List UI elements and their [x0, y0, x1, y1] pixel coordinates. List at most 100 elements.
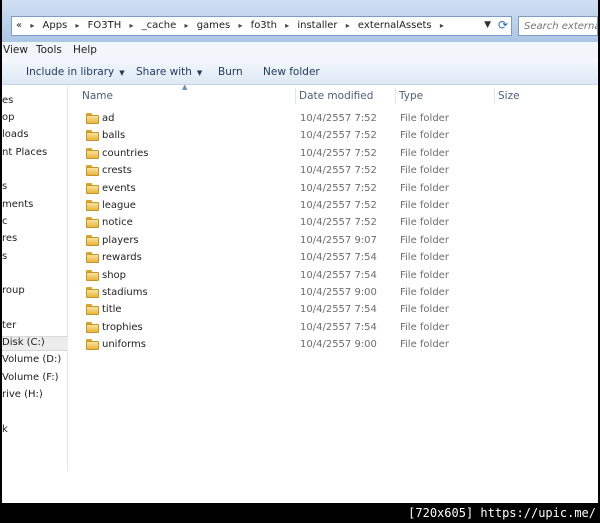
menu-tools[interactable]: Tools — [36, 44, 62, 56]
nav-item-desktop-partial[interactable]: op — [2, 112, 68, 127]
folder-icon — [86, 130, 99, 141]
sort-ascending-icon: ▲ — [182, 83, 188, 91]
chevron-right-icon[interactable]: ▸ — [129, 21, 133, 30]
menu-view[interactable]: View — [3, 44, 28, 56]
share-with-label: Share with — [136, 66, 192, 78]
folder-icon — [86, 270, 99, 281]
table-row[interactable]: rewards 10/4/2557 7:54 File folder — [78, 250, 458, 267]
nav-item-local-disk-c[interactable]: Disk (C:) — [2, 336, 68, 351]
nav-item-drive-h[interactable]: rive (H:) — [2, 389, 68, 404]
folder-icon — [86, 217, 99, 228]
nav-item-volume-d[interactable]: Volume (D:) — [2, 354, 68, 369]
share-with-button[interactable]: Share with ▼ — [136, 66, 202, 78]
table-row[interactable]: crests 10/4/2557 7:52 File folder — [78, 163, 458, 180]
column-header-size[interactable]: Size — [498, 90, 520, 102]
chevron-down-icon: ▼ — [119, 69, 125, 77]
folder-icon — [86, 148, 99, 159]
file-date-modified: 10/4/2557 7:52 — [300, 148, 377, 159]
file-date-modified: 10/4/2557 7:52 — [300, 200, 377, 211]
column-header-date-modified[interactable]: Date modified — [299, 90, 373, 102]
file-date-modified: 10/4/2557 7:52 — [300, 113, 377, 124]
file-name: crests — [102, 165, 132, 176]
table-row[interactable]: shop 10/4/2557 7:54 File folder — [78, 268, 458, 285]
nav-item-computer-partial[interactable]: ter — [2, 320, 68, 335]
table-row[interactable]: balls 10/4/2557 7:52 File folder — [78, 128, 458, 145]
nav-item-libraries-partial[interactable]: es — [2, 95, 68, 110]
nav-item-volume-f[interactable]: Volume (F:) — [2, 372, 68, 387]
file-name: shop — [102, 270, 127, 281]
include-in-library-label: Include in library — [26, 66, 115, 78]
file-date-modified: 10/4/2557 9:00 — [300, 339, 377, 350]
nav-item-recent-places-partial[interactable]: nt Places — [2, 147, 68, 162]
folder-icon — [86, 322, 99, 333]
nav-item-documents-partial[interactable]: ments — [2, 199, 68, 214]
file-name: rewards — [102, 252, 142, 263]
file-type: File folder — [400, 235, 449, 246]
nav-item-network-partial[interactable]: k — [2, 424, 68, 439]
nav-item-downloads-partial[interactable]: loads — [2, 129, 68, 144]
menu-help[interactable]: Help — [73, 44, 97, 56]
include-in-library-button[interactable]: Include in library ▼ — [26, 66, 125, 78]
file-date-modified: 10/4/2557 7:52 — [300, 217, 377, 228]
search-input[interactable] — [519, 17, 597, 35]
burn-button[interactable]: Burn — [218, 66, 243, 78]
column-divider[interactable] — [295, 88, 296, 104]
chevron-right-icon[interactable]: ▸ — [75, 21, 79, 30]
column-header-type[interactable]: Type — [399, 90, 423, 102]
table-row[interactable]: uniforms 10/4/2557 9:00 File folder — [78, 337, 458, 354]
breadcrumb-fo3th[interactable]: fo3th — [251, 20, 277, 31]
table-row[interactable]: stadiums 10/4/2557 9:00 File folder — [78, 285, 458, 302]
file-name: league — [102, 200, 136, 211]
file-type: File folder — [400, 183, 449, 194]
column-divider[interactable] — [395, 88, 396, 104]
table-row[interactable]: trophies 10/4/2557 7:54 File folder — [78, 320, 458, 337]
file-name: countries — [102, 148, 149, 159]
file-name: uniforms — [102, 339, 146, 350]
breadcrumb-apps[interactable]: Apps — [43, 20, 68, 31]
chevron-right-icon[interactable]: ▸ — [285, 21, 289, 30]
chevron-right-icon[interactable]: ▸ — [184, 21, 188, 30]
nav-item-blank — [2, 303, 68, 318]
breadcrumb-cache[interactable]: _cache — [142, 20, 177, 31]
file-name: balls — [102, 130, 126, 141]
chevron-right-icon[interactable]: ▸ — [238, 21, 242, 30]
breadcrumb-fo3th-root[interactable]: FO3TH — [88, 20, 122, 31]
folder-icon — [86, 183, 99, 194]
address-bar[interactable]: « ▸ Apps ▸ FO3TH ▸ _cache ▸ games ▸ fo3t… — [11, 16, 512, 36]
folder-icon — [86, 339, 99, 350]
file-type: File folder — [400, 130, 449, 141]
table-row[interactable]: countries 10/4/2557 7:52 File folder — [78, 146, 458, 163]
table-row[interactable]: notice 10/4/2557 7:52 File folder — [78, 215, 458, 232]
column-header-name[interactable]: Name — [82, 90, 113, 102]
address-history-dropdown-icon[interactable]: ▼ — [484, 20, 491, 30]
chevron-right-icon[interactable]: ▸ — [440, 21, 444, 30]
nav-item-music-partial[interactable]: c — [2, 216, 68, 231]
breadcrumb-overflow[interactable]: « — [16, 20, 22, 31]
breadcrumb-installer[interactable]: installer — [297, 20, 337, 31]
file-type: File folder — [400, 148, 449, 159]
nav-item-homegroup-partial[interactable]: roup — [2, 285, 68, 300]
folder-icon — [86, 113, 99, 124]
chevron-right-icon[interactable]: ▸ — [30, 21, 34, 30]
table-row[interactable]: players 10/4/2557 9:07 File folder — [78, 233, 458, 250]
folder-icon — [86, 304, 99, 315]
table-row[interactable]: ad 10/4/2557 7:52 File folder — [78, 111, 458, 128]
table-row[interactable]: league 10/4/2557 7:52 File folder — [78, 198, 458, 215]
breadcrumb-games[interactable]: games — [197, 20, 231, 31]
new-folder-button[interactable]: New folder — [263, 66, 320, 78]
nav-item-blank — [2, 406, 68, 421]
breadcrumb-externalassets[interactable]: externalAssets — [358, 20, 432, 31]
file-name: stadiums — [102, 287, 148, 298]
file-type: File folder — [400, 339, 449, 350]
nav-item-libraries-partial[interactable]: s — [2, 181, 68, 196]
column-divider[interactable] — [494, 88, 495, 104]
refresh-icon[interactable]: ⟳ — [498, 18, 508, 32]
chevron-down-icon: ▼ — [196, 69, 203, 77]
table-row[interactable]: title 10/4/2557 7:54 File folder — [78, 302, 458, 319]
nav-item-pictures-partial[interactable]: res — [2, 233, 68, 248]
search-box[interactable] — [518, 16, 598, 36]
nav-item-videos-partial[interactable]: s — [2, 251, 68, 266]
file-name: trophies — [102, 322, 143, 333]
chevron-right-icon[interactable]: ▸ — [346, 21, 350, 30]
table-row[interactable]: events 10/4/2557 7:52 File folder — [78, 181, 458, 198]
